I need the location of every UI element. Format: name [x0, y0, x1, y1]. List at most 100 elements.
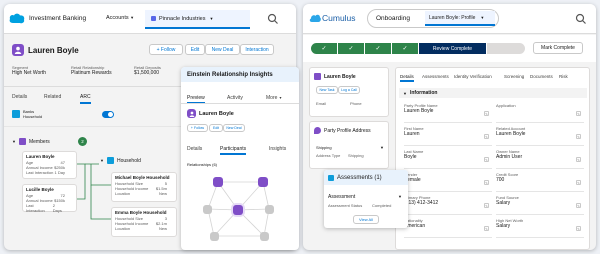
cumulus-logo-icon	[309, 14, 321, 22]
path-step-complete[interactable]: ✓	[365, 43, 391, 54]
einstein-insights-panel: Einstein Relationship Insights Preview A…	[181, 67, 299, 250]
path-step-complete[interactable]: ✓	[392, 43, 418, 54]
tab-arc[interactable]: ARC	[80, 94, 91, 104]
edit-pencil-icon[interactable]: ✎	[484, 134, 489, 139]
path-step-complete[interactable]: ✓	[338, 43, 364, 54]
tab-details[interactable]: Details	[400, 74, 414, 82]
search-button[interactable]	[575, 13, 587, 25]
edit-pencil-icon[interactable]: ✎	[576, 134, 581, 139]
path-step-complete[interactable]: ✓	[311, 43, 337, 54]
graph-node-center-icon[interactable]	[233, 205, 243, 215]
edit-pencil-icon[interactable]: ✎	[576, 111, 581, 116]
tab-details[interactable]: Details	[12, 94, 27, 100]
edit-pencil-icon[interactable]: ✎	[484, 180, 489, 185]
graph-node-icon[interactable]	[213, 177, 223, 187]
chevron-down-icon[interactable]: ▼	[380, 145, 384, 150]
info-field: Primary Phone (213) 412-3412 ✎	[404, 195, 492, 215]
phone-label: Phone	[350, 101, 362, 106]
info-field: Last Name Boyle ✎	[404, 149, 492, 169]
edit-pencil-icon[interactable]: ✎	[484, 203, 489, 208]
tab-identity-verification[interactable]: Identity Verification	[454, 74, 492, 79]
edit-pencil-icon[interactable]: ✎	[484, 111, 489, 116]
edit-button[interactable]: Edit	[185, 44, 205, 55]
graph-node-icon[interactable]	[258, 177, 268, 187]
field-retail-relationship: Retail Relationship Platinum Rewards	[71, 65, 112, 76]
edit-pencil-icon[interactable]: ✎	[576, 180, 581, 185]
nav-accounts-label: Accounts	[106, 15, 129, 21]
view-all-button[interactable]: View All	[353, 215, 379, 224]
left-header-bar: Investment Banking Accounts ▼ Pinnacle I…	[4, 4, 296, 34]
new-deal-label: New Deal	[226, 126, 242, 130]
member-card[interactable]: Lucille Boyle Age 72 Annual Income $150k L…	[22, 184, 77, 213]
insights-new-deal-button[interactable]: New Deal	[223, 124, 245, 132]
member-name: Lucille Boyle	[26, 187, 54, 192]
tab-more[interactable]: More ▼	[266, 95, 282, 101]
insights-header: Einstein Relationship Insights	[181, 67, 299, 82]
insights-edit-button[interactable]: Edit	[209, 124, 223, 132]
assessment-completed-col: Completed	[372, 203, 392, 208]
members-header[interactable]: ▼ Members	[12, 138, 50, 145]
info-field: Fund Source Salary ✎	[496, 195, 584, 215]
household-card[interactable]: Michael Boyle Household Household Size 5 …	[111, 172, 177, 202]
edit-pencil-icon[interactable]: ✎	[484, 157, 489, 162]
contact-card: Lauren Boyle New Task Log a Call Email P…	[309, 67, 389, 117]
insights-follow-button[interactable]: + Follow	[187, 124, 208, 132]
tab-participants[interactable]: Participants	[220, 146, 247, 155]
graph-node-icon[interactable]	[203, 205, 212, 214]
follow-button[interactable]: + Follow	[149, 44, 183, 55]
person-icon	[14, 46, 22, 54]
row-label: Last Interaction	[26, 203, 45, 213]
section-header[interactable]: ▼ Information	[399, 88, 587, 98]
check-icon: ✓	[375, 46, 381, 52]
contact-name: Lauren Boyle	[324, 74, 356, 80]
interaction-button[interactable]: Interaction	[240, 44, 274, 55]
new-deal-button[interactable]: New Deal	[205, 44, 240, 55]
details-panel: Details Assessments Identity Verificatio…	[395, 67, 590, 250]
edit-pencil-icon[interactable]: ✎	[576, 203, 581, 208]
nav-accounts[interactable]: Accounts ▼	[106, 15, 134, 21]
household-header[interactable]: ▼ Household	[100, 157, 141, 164]
tab-documents[interactable]: Documents	[530, 74, 553, 79]
path-step-current[interactable]: Review Complete	[419, 43, 486, 54]
assessment-icon	[328, 174, 334, 181]
household-card[interactable]: Emma Boyle Household Household Size 3 Hou…	[111, 207, 177, 237]
app-name: Investment Banking	[29, 15, 87, 22]
row-value: 2 Days	[52, 203, 62, 213]
record-name: Lauren Boyle	[28, 46, 79, 55]
member-card[interactable]: Lauren Boyle Age 47 Annual Income $250k La…	[22, 151, 77, 179]
tab-risk[interactable]: Risk	[559, 74, 568, 79]
household-chip[interactable]: Banks Household	[12, 107, 52, 121]
field-value: Platinum Rewards	[71, 70, 112, 76]
graph-node-icon[interactable]	[260, 232, 269, 241]
search-button[interactable]	[267, 13, 279, 25]
graph-node-icon[interactable]	[265, 205, 274, 214]
mark-complete-button[interactable]: Mark Complete	[533, 42, 583, 54]
path-step-upcoming[interactable]	[487, 43, 525, 54]
field-retail-deposits: Retail Deposits $1,500,000	[134, 65, 161, 76]
field-value: High Net Worth	[12, 70, 47, 76]
info-field-value: Female	[404, 177, 421, 183]
tab-more-label: More	[266, 95, 278, 101]
tab-activity[interactable]: Activity	[227, 95, 243, 101]
tab-related[interactable]: Related	[44, 94, 61, 100]
tab-assessments[interactable]: Assessments	[422, 74, 449, 79]
tab-insights[interactable]: Insights	[269, 146, 286, 152]
insights-title: Einstein Relationship Insights	[187, 71, 273, 78]
edit-pencil-icon[interactable]: ✎	[576, 157, 581, 162]
toggle-switch[interactable]	[102, 111, 114, 118]
search-icon	[267, 13, 278, 24]
tab-insights-details[interactable]: Details	[187, 146, 202, 152]
log-call-button[interactable]: Log a Call	[338, 86, 360, 94]
household-name: Emma Boyle Household	[115, 210, 167, 215]
edit-pencil-icon[interactable]: ✎	[484, 226, 489, 231]
graph-node-icon[interactable]	[210, 232, 219, 241]
tab-screening[interactable]: Screening	[504, 74, 524, 79]
members-count: 2	[81, 139, 84, 144]
chevron-down-icon[interactable]: ▼	[398, 194, 402, 199]
new-task-button[interactable]: New Task	[316, 86, 338, 94]
new-deal-label: New Deal	[211, 46, 234, 53]
nav-tab-profile[interactable]: Lauren Boyle: Profile ▼	[425, 11, 495, 26]
nav-tab-pinnacle[interactable]: Pinnacle Industries ▼	[145, 10, 250, 29]
info-field: Credit Score 700 ✎	[496, 172, 584, 192]
edit-pencil-icon[interactable]: ✎	[576, 226, 581, 231]
